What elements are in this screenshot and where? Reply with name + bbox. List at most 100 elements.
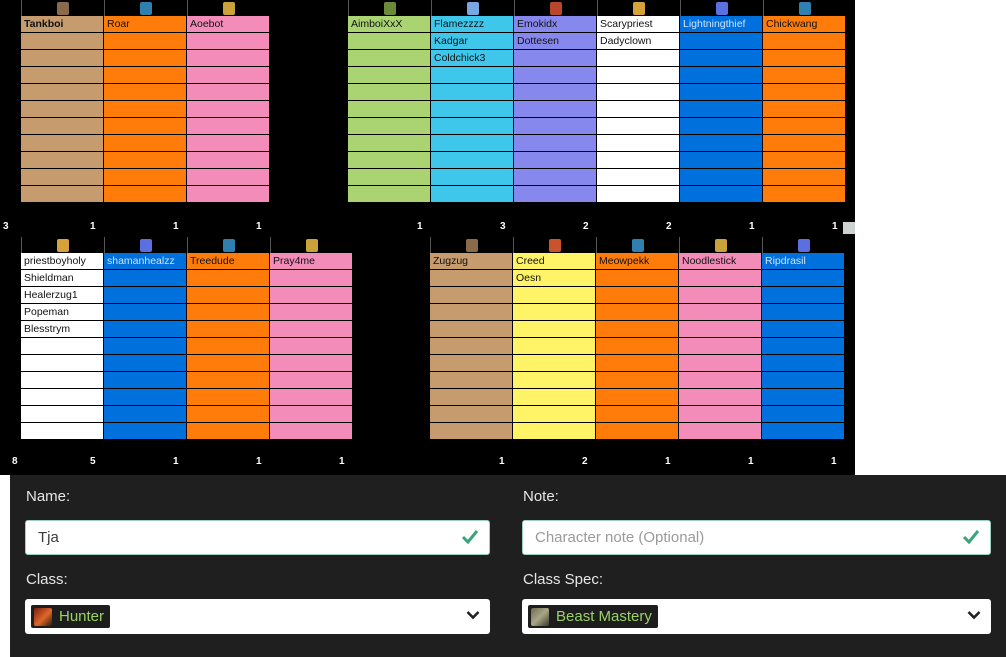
roster-cell[interactable] (680, 67, 762, 83)
roster-cell[interactable] (187, 33, 269, 49)
roster-cell[interactable] (513, 355, 595, 371)
roster-cell[interactable] (514, 186, 596, 202)
roster-cell[interactable] (762, 338, 844, 354)
roster-cell[interactable] (597, 101, 679, 117)
roster-cell[interactable] (680, 33, 762, 49)
roster-cell[interactable] (21, 135, 103, 151)
roster-cell[interactable] (596, 406, 678, 422)
roster-cell[interactable] (270, 321, 352, 337)
roster-cell[interactable] (187, 321, 269, 337)
roster-cell[interactable]: Roar (104, 16, 186, 32)
class-select[interactable]: Hunter (25, 599, 490, 634)
roster-cell[interactable] (348, 169, 430, 185)
roster-cell[interactable] (762, 406, 844, 422)
roster-cell[interactable] (104, 304, 186, 320)
roster-cell[interactable] (431, 84, 513, 100)
roster-cell[interactable] (680, 135, 762, 151)
roster-cell[interactable] (187, 287, 269, 303)
roster-cell[interactable] (187, 389, 269, 405)
roster-cell[interactable] (431, 135, 513, 151)
roster-cell[interactable] (597, 135, 679, 151)
roster-cell[interactable] (679, 304, 761, 320)
roster-cell[interactable] (21, 406, 103, 422)
roster-cell[interactable] (21, 389, 103, 405)
roster-cell[interactable] (431, 118, 513, 134)
roster-cell[interactable]: Zugzug (430, 253, 512, 269)
roster-cell[interactable] (431, 186, 513, 202)
roster-cell[interactable] (187, 338, 269, 354)
roster-cell[interactable] (187, 355, 269, 371)
roster-cell[interactable] (762, 372, 844, 388)
roster-cell[interactable] (514, 67, 596, 83)
roster-cell[interactable] (104, 338, 186, 354)
roster-cell[interactable] (680, 186, 762, 202)
roster-cell[interactable]: Dadyclown (597, 33, 679, 49)
roster-cell[interactable] (679, 321, 761, 337)
roster-cell[interactable] (187, 84, 269, 100)
roster-cell[interactable] (430, 321, 512, 337)
roster-cell[interactable]: Shieldman (21, 270, 103, 286)
roster-cell[interactable] (270, 287, 352, 303)
roster-cell[interactable] (763, 101, 845, 117)
roster-cell[interactable] (513, 406, 595, 422)
roster-cell[interactable] (763, 67, 845, 83)
roster-cell[interactable] (596, 321, 678, 337)
roster-cell[interactable] (187, 169, 269, 185)
roster-cell[interactable] (762, 423, 844, 439)
roster-cell[interactable] (104, 135, 186, 151)
name-input[interactable]: Tja (25, 520, 490, 555)
roster-cell[interactable] (680, 152, 762, 168)
roster-cell[interactable] (104, 169, 186, 185)
note-input[interactable]: Character note (Optional) (522, 520, 991, 555)
roster-cell[interactable]: Chickwang (763, 16, 845, 32)
roster-cell[interactable] (104, 406, 186, 422)
roster-cell[interactable] (187, 270, 269, 286)
roster-cell[interactable] (680, 50, 762, 66)
roster-cell[interactable] (348, 84, 430, 100)
roster-cell[interactable] (187, 406, 269, 422)
roster-cell[interactable] (763, 118, 845, 134)
roster-cell[interactable]: Ripdrasil (762, 253, 844, 269)
roster-cell[interactable] (430, 304, 512, 320)
roster-cell[interactable] (270, 372, 352, 388)
roster-cell[interactable] (21, 50, 103, 66)
roster-cell[interactable] (597, 169, 679, 185)
roster-cell[interactable] (104, 372, 186, 388)
roster-cell[interactable] (187, 101, 269, 117)
roster-cell[interactable]: Emokidx (514, 16, 596, 32)
roster-cell[interactable] (431, 152, 513, 168)
roster-cell[interactable] (597, 186, 679, 202)
roster-cell[interactable] (763, 50, 845, 66)
roster-cell[interactable] (21, 372, 103, 388)
roster-cell[interactable] (513, 389, 595, 405)
roster-cell[interactable]: Healerzug1 (21, 287, 103, 303)
roster-cell[interactable]: Noodlestick (679, 253, 761, 269)
roster-cell[interactable] (270, 389, 352, 405)
roster-cell[interactable] (763, 33, 845, 49)
roster-cell[interactable] (596, 372, 678, 388)
roster-cell[interactable] (430, 270, 512, 286)
roster-cell[interactable] (597, 84, 679, 100)
roster-cell[interactable] (679, 270, 761, 286)
roster-cell[interactable] (348, 186, 430, 202)
roster-cell[interactable] (187, 304, 269, 320)
roster-cell[interactable] (597, 50, 679, 66)
roster-cell[interactable] (104, 50, 186, 66)
roster-cell[interactable] (431, 67, 513, 83)
roster-cell[interactable] (430, 406, 512, 422)
roster-cell[interactable] (187, 67, 269, 83)
roster-cell[interactable] (21, 84, 103, 100)
roster-cell[interactable]: priestboyholy (21, 253, 103, 269)
roster-cell[interactable] (514, 101, 596, 117)
roster-cell[interactable] (270, 304, 352, 320)
roster-cell[interactable] (514, 169, 596, 185)
roster-cell[interactable] (679, 389, 761, 405)
roster-cell[interactable] (270, 270, 352, 286)
roster-cell[interactable]: AimboiXxX (348, 16, 430, 32)
roster-cell[interactable] (514, 152, 596, 168)
roster-cell[interactable] (762, 321, 844, 337)
roster-cell[interactable] (680, 101, 762, 117)
roster-cell[interactable] (680, 84, 762, 100)
roster-cell[interactable] (679, 372, 761, 388)
roster-cell[interactable] (187, 50, 269, 66)
